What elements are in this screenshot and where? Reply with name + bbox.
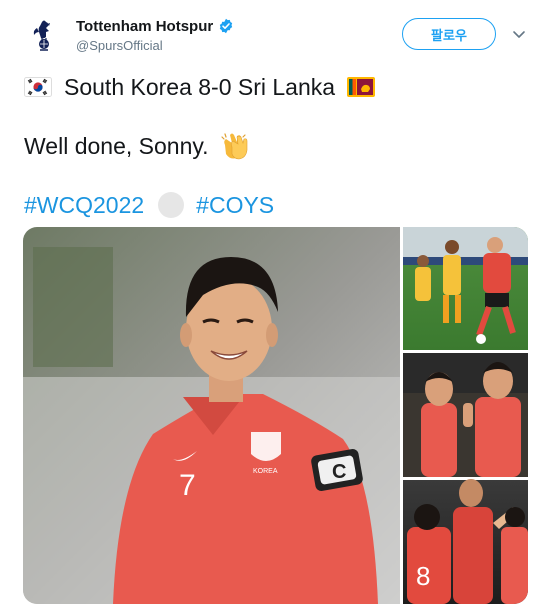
south-korea-flag-icon <box>24 77 52 97</box>
tweet-line-message: Well done, Sonny. <box>24 130 251 162</box>
follow-button[interactable]: 팔로우 <box>402 18 496 50</box>
verified-badge-icon <box>220 18 233 34</box>
captain-band-letter: C <box>332 461 346 483</box>
photo-bottom-right[interactable]: 8 <box>403 479 528 604</box>
hashtag-coys[interactable]: #COYS <box>196 192 274 219</box>
main-photo[interactable]: C KOREA 7 <box>23 227 400 604</box>
tweet-line-score: South Korea 8-0 Sri Lanka <box>24 71 376 103</box>
spurs-cockerel-logo-icon <box>22 14 66 58</box>
clapping-hands-emoji-icon <box>220 133 247 160</box>
author-name[interactable]: Tottenham Hotspur <box>76 18 213 35</box>
author-handle[interactable]: @SpursOfficial <box>76 38 163 53</box>
photo-middle-right[interactable] <box>403 353 528 477</box>
author-avatar[interactable] <box>22 14 66 58</box>
shirt-number: 7 <box>179 469 196 502</box>
crest-text: KOREA <box>253 468 278 475</box>
hashtag-emoji-placeholder-icon <box>158 192 185 218</box>
tweet-media-grid: C KOREA 7 8 <box>23 227 528 604</box>
player-number-8: 8 <box>416 561 430 591</box>
tweet-header: Tottenham Hotspur @SpursOfficial 팔로우 <box>0 0 542 64</box>
chevron-down-icon[interactable] <box>511 28 527 42</box>
media-grid-svg: C KOREA 7 8 <box>23 227 528 604</box>
message-text: Well done, Sonny. <box>24 132 209 159</box>
tweet-line-hashtags: #WCQ2022 #COYS <box>24 189 274 221</box>
photo-top-right[interactable] <box>403 227 528 350</box>
sri-lanka-flag-icon <box>347 77 376 97</box>
author-name-row: Tottenham Hotspur <box>76 16 234 36</box>
score-text: South Korea 8-0 Sri Lanka <box>64 73 336 100</box>
hashtag-wcq2022[interactable]: #WCQ2022 <box>24 192 144 219</box>
